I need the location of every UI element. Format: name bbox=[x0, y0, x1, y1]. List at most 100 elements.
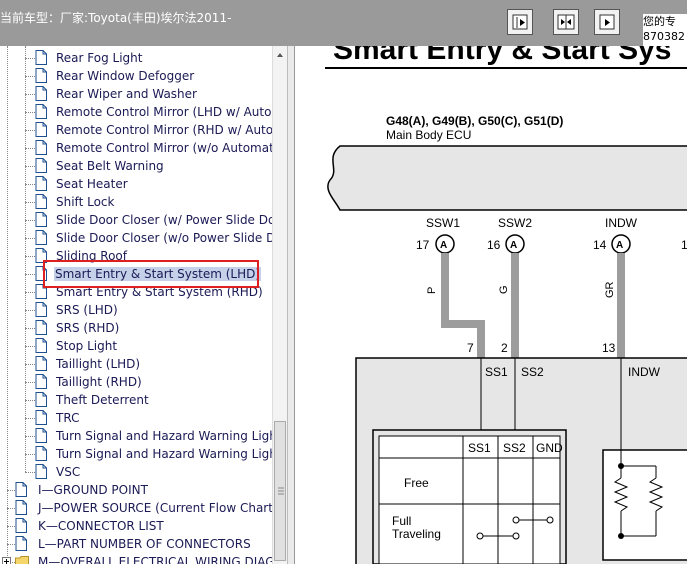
document-icon bbox=[35, 50, 47, 65]
tree-item-label: Remote Control Mirror (w/o Automatic bbox=[56, 141, 272, 155]
resistor-network bbox=[602, 449, 687, 561]
tree-item[interactable]: SRS (LHD) bbox=[35, 301, 272, 319]
pane-splitter[interactable] bbox=[287, 46, 295, 564]
tree-item[interactable]: Theft Deterrent bbox=[35, 391, 272, 409]
document-icon bbox=[35, 230, 47, 245]
tree-item[interactable]: TRC bbox=[35, 409, 272, 427]
tree-item[interactable]: Taillight (LHD) bbox=[35, 355, 272, 373]
tree-item[interactable]: Rear Wiper and Washer bbox=[35, 85, 272, 103]
document-icon bbox=[35, 392, 47, 407]
tree-item-label: SRS (LHD) bbox=[56, 303, 118, 317]
lower-label-indw: INDW bbox=[628, 365, 661, 379]
document-icon bbox=[35, 374, 47, 389]
tree-section-label: K—CONNECTOR LIST bbox=[38, 519, 164, 533]
pin-label-indw: INDW bbox=[605, 216, 638, 230]
table-row-full-line2: Traveling bbox=[392, 527, 441, 541]
title-bar: 当前车型：厂家:Toyota(丰田)埃尔法2011- 您的专 870382 bbox=[0, 0, 687, 48]
svg-text:A: A bbox=[510, 240, 517, 251]
expand-icon[interactable] bbox=[2, 557, 11, 564]
account-line-2: 870382 bbox=[643, 30, 685, 43]
lower-pin-2: 2 bbox=[501, 341, 508, 355]
document-icon bbox=[35, 356, 47, 371]
tree-item-label: Remote Control Mirror (LHD w/ Autom bbox=[56, 105, 272, 119]
table-row-full-line1: Full bbox=[392, 514, 411, 528]
document-icon bbox=[35, 86, 47, 101]
document-icon bbox=[35, 140, 47, 155]
wire-color-p: P bbox=[426, 287, 438, 294]
tree-scrollbar[interactable] bbox=[272, 46, 288, 564]
tree-item-label: Turn Signal and Hazard Warning Light bbox=[56, 429, 272, 443]
tree-item[interactable]: Stop Light bbox=[35, 337, 272, 355]
tree-item[interactable]: Shift Lock bbox=[35, 193, 272, 211]
tree-item[interactable]: Turn Signal and Hazard Warning Light bbox=[35, 445, 272, 463]
connector-a-icon: A bbox=[611, 234, 631, 254]
tree-section[interactable]: J—POWER SOURCE (Current Flow Chart) bbox=[15, 499, 272, 517]
document-icon bbox=[35, 68, 47, 83]
lower-label-ss2: SS2 bbox=[521, 365, 544, 379]
lower-pin-7: 7 bbox=[467, 341, 474, 355]
switch-table: SS1 SS2 GND Free Full Traveling bbox=[372, 429, 567, 564]
tree-item-label: Rear Fog Light bbox=[56, 51, 143, 65]
connector-a-icon: A bbox=[505, 234, 525, 254]
tree-item[interactable]: VSC bbox=[35, 463, 272, 481]
lower-pin-13: 13 bbox=[602, 341, 616, 355]
nav-next-icon bbox=[599, 14, 615, 30]
tree-section[interactable]: I—GROUND POINT bbox=[15, 481, 272, 499]
tree-item[interactable]: Turn Signal and Hazard Warning Light bbox=[35, 427, 272, 445]
tree-item-label: Slide Door Closer (w/ Power Slide Do bbox=[56, 213, 272, 227]
svg-text:A: A bbox=[440, 240, 447, 251]
wiring-diagram: Smart Entry & Start Sys G48(A), G49(B), … bbox=[295, 46, 687, 564]
tree-section[interactable]: M—OVERALL ELECTRICAL WIRING DIAG bbox=[2, 553, 272, 564]
folder-icon bbox=[15, 556, 29, 564]
tree-section-label: M—OVERALL ELECTRICAL WIRING DIAG bbox=[38, 555, 272, 564]
selection-highlight-box bbox=[43, 260, 259, 288]
nav-split-button[interactable] bbox=[553, 9, 579, 35]
nav-next-button[interactable] bbox=[594, 9, 620, 35]
tree-item[interactable]: Slide Door Closer (w/o Power Slide D bbox=[35, 229, 272, 247]
wire-color-g: G bbox=[498, 285, 510, 294]
document-icon bbox=[35, 428, 47, 443]
tree-section[interactable]: K—CONNECTOR LIST bbox=[15, 517, 272, 535]
tree-item-label: VSC bbox=[56, 465, 81, 479]
document-icon bbox=[15, 500, 27, 515]
grip-icon bbox=[278, 487, 284, 495]
tree-item[interactable]: Remote Control Mirror (RHD w/ Autor bbox=[35, 121, 272, 139]
document-icon bbox=[35, 338, 47, 353]
tree-item-label: Rear Window Defogger bbox=[56, 69, 195, 83]
document-icon bbox=[35, 158, 47, 173]
wire-color-gr: GR bbox=[604, 281, 616, 298]
document-icon bbox=[35, 122, 47, 137]
tree-item-label: SRS (RHD) bbox=[56, 321, 120, 335]
tree-item[interactable]: SRS (RHD) bbox=[35, 319, 272, 337]
tree-item[interactable]: Remote Control Mirror (w/o Automatic bbox=[35, 139, 272, 157]
tree-section-label: I—GROUND POINT bbox=[38, 483, 148, 497]
tree-item-label: Seat Belt Warning bbox=[56, 159, 164, 173]
document-icon bbox=[35, 302, 47, 317]
tree-section[interactable]: L—PART NUMBER OF CONNECTORS bbox=[15, 535, 272, 553]
ecu-body bbox=[327, 145, 687, 211]
tree-item[interactable]: Rear Window Defogger bbox=[35, 67, 272, 85]
tree-item[interactable]: Taillight (RHD) bbox=[35, 373, 272, 391]
tree-item-label: Rear Wiper and Washer bbox=[56, 87, 197, 101]
document-icon bbox=[35, 446, 47, 461]
scroll-thumb[interactable] bbox=[274, 421, 286, 561]
tree-item[interactable]: Rear Fog Light bbox=[35, 49, 272, 67]
document-icon bbox=[15, 518, 27, 533]
nav-prev-button[interactable] bbox=[507, 9, 533, 35]
tree-item[interactable]: Seat Heater bbox=[35, 175, 272, 193]
scroll-up-icon[interactable] bbox=[273, 48, 287, 62]
tree-section-label: J—POWER SOURCE (Current Flow Chart) bbox=[38, 501, 272, 515]
pin-label-ssw2: SSW2 bbox=[498, 216, 532, 230]
tree-item[interactable]: Remote Control Mirror (LHD w/ Autom bbox=[35, 103, 272, 121]
tree-item-label: Theft Deterrent bbox=[56, 393, 149, 407]
tree-item[interactable]: Slide Door Closer (w/ Power Slide Do bbox=[35, 211, 272, 229]
tree-item[interactable]: Seat Belt Warning bbox=[35, 157, 272, 175]
tree-item-label: Shift Lock bbox=[56, 195, 115, 209]
ecu-connector-codes: G48(A), G49(B), G50(C), G51(D) bbox=[386, 114, 563, 128]
tree-item-label: Remote Control Mirror (RHD w/ Autor bbox=[56, 123, 272, 137]
account-info: 您的专 870382 bbox=[643, 14, 687, 48]
svg-text:A: A bbox=[616, 240, 623, 251]
document-icon bbox=[35, 464, 47, 479]
tree-item-label: TRC bbox=[56, 411, 80, 425]
document-icon bbox=[35, 320, 47, 335]
